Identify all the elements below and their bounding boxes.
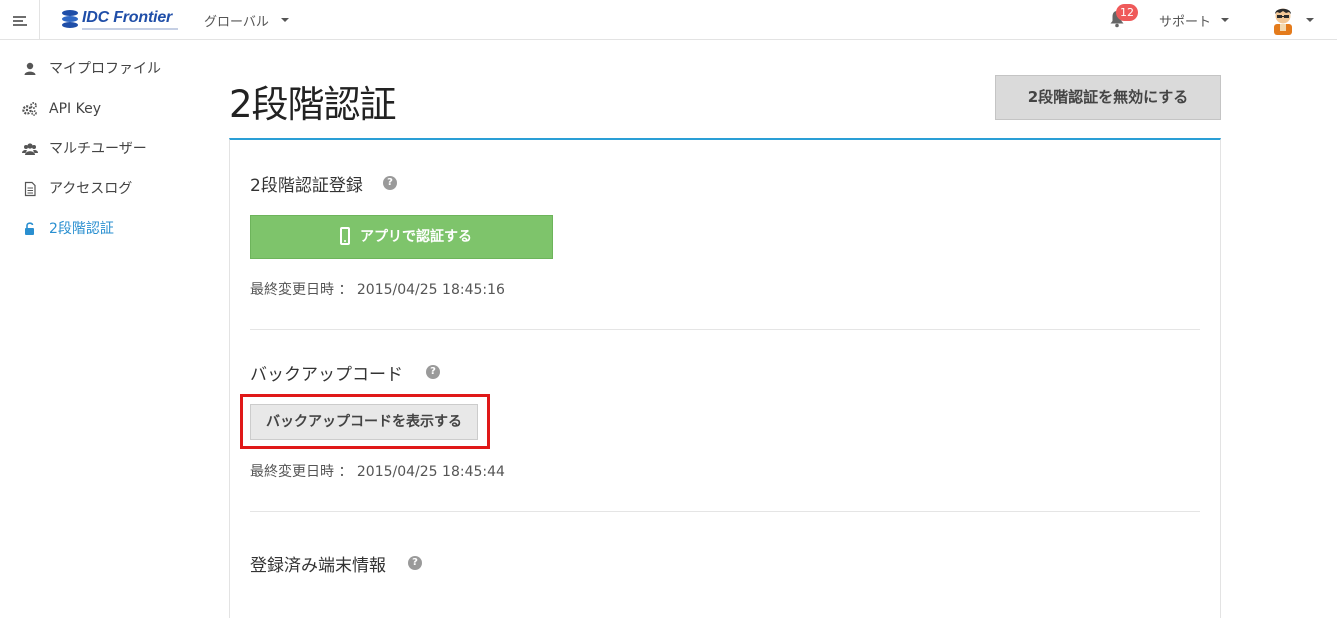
section-title-registered-devices: 登録済み端末情報 — [250, 556, 386, 576]
menu-toggle-button[interactable] — [0, 0, 40, 39]
logo-mark-icon — [62, 10, 78, 28]
logo-text: IDC Frontier — [82, 9, 173, 26]
page-title: 2段階認証 — [229, 83, 397, 126]
section-title-backup-codes: バックアップコード — [250, 365, 403, 385]
last-modified-backup-codes: 最終変更日時 ： 2015/04/25 18:45:44 — [250, 464, 505, 480]
menu-icon-line — [13, 20, 23, 22]
menu-icon — [13, 16, 26, 18]
sidebar-item-label: API Key — [49, 101, 101, 117]
disable-two-factor-button[interactable]: 2段階認証を無効にする — [995, 75, 1221, 120]
last-modified-registration: 最終変更日時 ： 2015/04/25 18:45:16 — [250, 282, 505, 298]
user-icon — [24, 62, 36, 75]
help-icon[interactable]: ? — [408, 556, 422, 570]
gears-icon — [22, 102, 37, 116]
document-icon — [24, 181, 36, 197]
logo-underline — [82, 28, 178, 30]
section-title-registration: 2段階認証登録 — [250, 176, 363, 196]
sidebar-item-label: 2段階認証 — [49, 221, 114, 237]
section-divider — [250, 511, 1200, 512]
region-selector[interactable]: グローバル — [204, 11, 269, 30]
mobile-phone-icon — [340, 227, 350, 245]
users-icon — [22, 143, 38, 155]
account-chevron-down-icon[interactable] — [1306, 18, 1314, 22]
button-label: アプリで認証する — [360, 229, 472, 245]
support-menu[interactable]: サポート — [1159, 11, 1211, 30]
menu-icon-line — [13, 24, 27, 26]
sidebar-item-label: マイプロファイル — [49, 61, 161, 77]
unlock-icon — [25, 222, 34, 235]
show-backup-codes-button[interactable]: バックアップコードを表示する — [250, 404, 478, 440]
notification-badge[interactable]: 12 — [1116, 4, 1138, 21]
section-divider — [250, 329, 1200, 330]
avatar[interactable] — [1270, 4, 1296, 35]
idcf-logo[interactable]: IDC Frontier — [60, 8, 180, 32]
support-chevron-down-icon[interactable] — [1221, 18, 1229, 22]
top-bar: IDC Frontier グローバル 12 サポート — [0, 0, 1337, 40]
help-icon[interactable]: ? — [426, 365, 440, 379]
region-chevron-down-icon[interactable] — [281, 18, 289, 22]
sidebar-item-label: アクセスログ — [49, 181, 133, 197]
authenticate-with-app-button[interactable]: アプリで認証する — [250, 215, 553, 259]
sidebar-item-label: マルチユーザー — [49, 141, 147, 157]
help-icon[interactable]: ? — [383, 176, 397, 190]
